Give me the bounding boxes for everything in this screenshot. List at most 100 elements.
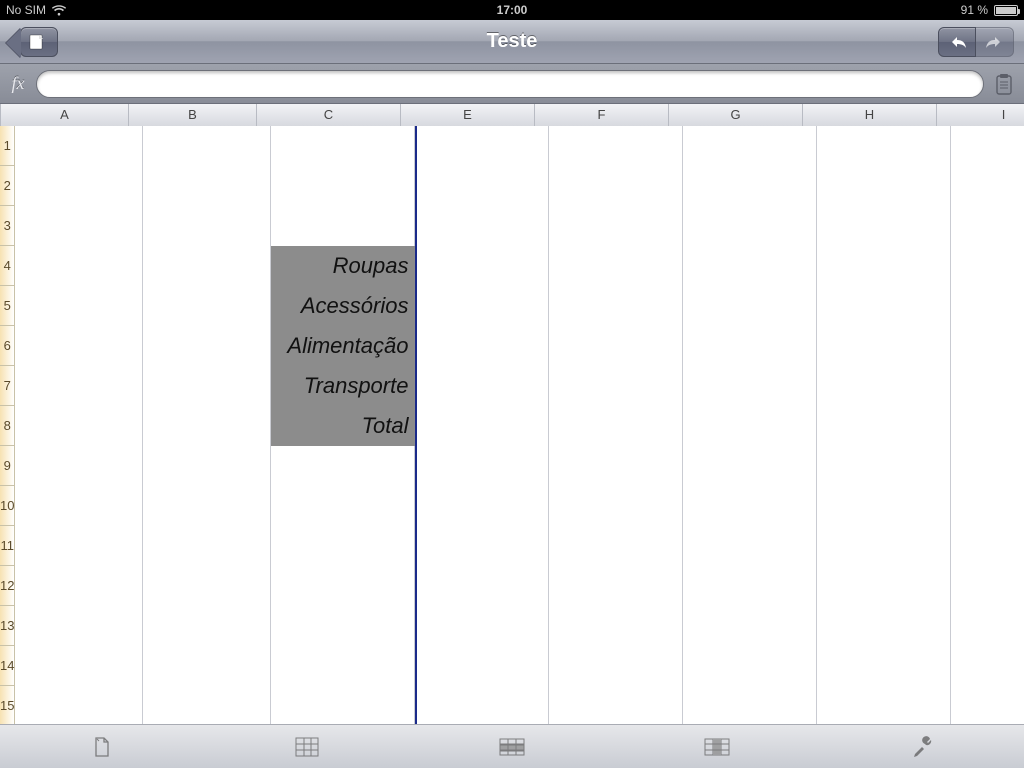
cell-G15[interactable] <box>683 686 817 724</box>
cell-E13[interactable] <box>415 606 549 646</box>
col-header-E[interactable]: E <box>401 104 535 126</box>
cell-H14[interactable] <box>817 646 951 686</box>
cell-C15[interactable] <box>271 686 415 724</box>
cell-E4[interactable] <box>415 246 549 286</box>
cell-I6[interactable] <box>951 326 1024 366</box>
cell-I8[interactable] <box>951 406 1024 446</box>
cell-F9[interactable] <box>549 446 683 486</box>
row-header-2[interactable]: 2 <box>0 166 15 206</box>
cell-B8[interactable] <box>143 406 271 446</box>
cell-E5[interactable] <box>415 286 549 326</box>
row-header-12[interactable]: 12 <box>0 566 15 606</box>
col-header-I[interactable]: I <box>937 104 1024 126</box>
cell-A1[interactable] <box>15 126 143 166</box>
cell-H4[interactable] <box>817 246 951 286</box>
cell-G14[interactable] <box>683 646 817 686</box>
cell-F4[interactable] <box>549 246 683 286</box>
cell-A4[interactable] <box>15 246 143 286</box>
cell-E8[interactable] <box>415 406 549 446</box>
row-header-10[interactable]: 10 <box>0 486 15 526</box>
cell-E14[interactable] <box>415 646 549 686</box>
cell-F8[interactable] <box>549 406 683 446</box>
cell-I7[interactable] <box>951 366 1024 406</box>
cell-H2[interactable] <box>817 166 951 206</box>
cell-B1[interactable] <box>143 126 271 166</box>
cell-E6[interactable] <box>415 326 549 366</box>
cell-B14[interactable] <box>143 646 271 686</box>
cell-B7[interactable] <box>143 366 271 406</box>
redo-button[interactable] <box>976 27 1014 57</box>
cell-B11[interactable] <box>143 526 271 566</box>
cell-F15[interactable] <box>549 686 683 724</box>
cell-B13[interactable] <box>143 606 271 646</box>
cell-I3[interactable] <box>951 206 1024 246</box>
cell-G13[interactable] <box>683 606 817 646</box>
cell-H3[interactable] <box>817 206 951 246</box>
cell-F11[interactable] <box>549 526 683 566</box>
cell-C1[interactable] <box>271 126 415 166</box>
formula-input[interactable] <box>36 70 984 98</box>
col-header-G[interactable]: G <box>669 104 803 126</box>
cell-A9[interactable] <box>15 446 143 486</box>
cell-B4[interactable] <box>143 246 271 286</box>
cell-C14[interactable] <box>271 646 415 686</box>
cell-I10[interactable] <box>951 486 1024 526</box>
cell-C13[interactable] <box>271 606 415 646</box>
cell-I2[interactable] <box>951 166 1024 206</box>
cell-C2[interactable] <box>271 166 415 206</box>
cell-C9[interactable] <box>271 446 415 486</box>
back-button[interactable] <box>20 27 58 57</box>
cell-F13[interactable] <box>549 606 683 646</box>
row-header-7[interactable]: 7 <box>0 366 15 406</box>
cell-E2[interactable] <box>415 166 549 206</box>
cell-B9[interactable] <box>143 446 271 486</box>
cell-I9[interactable] <box>951 446 1024 486</box>
cell-F3[interactable] <box>549 206 683 246</box>
cell-B12[interactable] <box>143 566 271 606</box>
row-header-15[interactable]: 15 <box>0 686 15 724</box>
cell-E11[interactable] <box>415 526 549 566</box>
cell-H10[interactable] <box>817 486 951 526</box>
cell-G12[interactable] <box>683 566 817 606</box>
cell-C11[interactable] <box>271 526 415 566</box>
cell-H11[interactable] <box>817 526 951 566</box>
cell-H1[interactable] <box>817 126 951 166</box>
clipboard-button[interactable] <box>992 70 1016 98</box>
tools-button[interactable] <box>862 725 982 768</box>
cell-H6[interactable] <box>817 326 951 366</box>
cell-F14[interactable] <box>549 646 683 686</box>
cell-A15[interactable] <box>15 686 143 724</box>
cell-I5[interactable] <box>951 286 1024 326</box>
cell-C10[interactable] <box>271 486 415 526</box>
cell-E7[interactable] <box>415 366 549 406</box>
cell-F6[interactable] <box>549 326 683 366</box>
cell-E15[interactable] <box>415 686 549 724</box>
row-header-6[interactable]: 6 <box>0 326 15 366</box>
cell-H7[interactable] <box>817 366 951 406</box>
cell-H15[interactable] <box>817 686 951 724</box>
insert-col-button[interactable] <box>657 725 777 768</box>
cell-G5[interactable] <box>683 286 817 326</box>
cell-H8[interactable] <box>817 406 951 446</box>
cell-G3[interactable] <box>683 206 817 246</box>
row-header-13[interactable]: 13 <box>0 606 15 646</box>
cell-G6[interactable] <box>683 326 817 366</box>
cell-E12[interactable] <box>415 566 549 606</box>
row-header-9[interactable]: 9 <box>0 446 15 486</box>
cell-B10[interactable] <box>143 486 271 526</box>
cell-B6[interactable] <box>143 326 271 366</box>
col-header-C[interactable]: C <box>257 104 401 126</box>
cell-H13[interactable] <box>817 606 951 646</box>
cell-F5[interactable] <box>549 286 683 326</box>
cell-A3[interactable] <box>15 206 143 246</box>
col-header-H[interactable]: H <box>803 104 937 126</box>
cell-A2[interactable] <box>15 166 143 206</box>
row-header-8[interactable]: 8 <box>0 406 15 446</box>
sheet-tab-button[interactable] <box>42 725 162 768</box>
cell-G8[interactable] <box>683 406 817 446</box>
undo-button[interactable] <box>938 27 976 57</box>
cell-C6[interactable]: Alimentação <box>271 326 415 366</box>
row-header-11[interactable]: 11 <box>0 526 15 566</box>
cell-G1[interactable] <box>683 126 817 166</box>
cell-F10[interactable] <box>549 486 683 526</box>
